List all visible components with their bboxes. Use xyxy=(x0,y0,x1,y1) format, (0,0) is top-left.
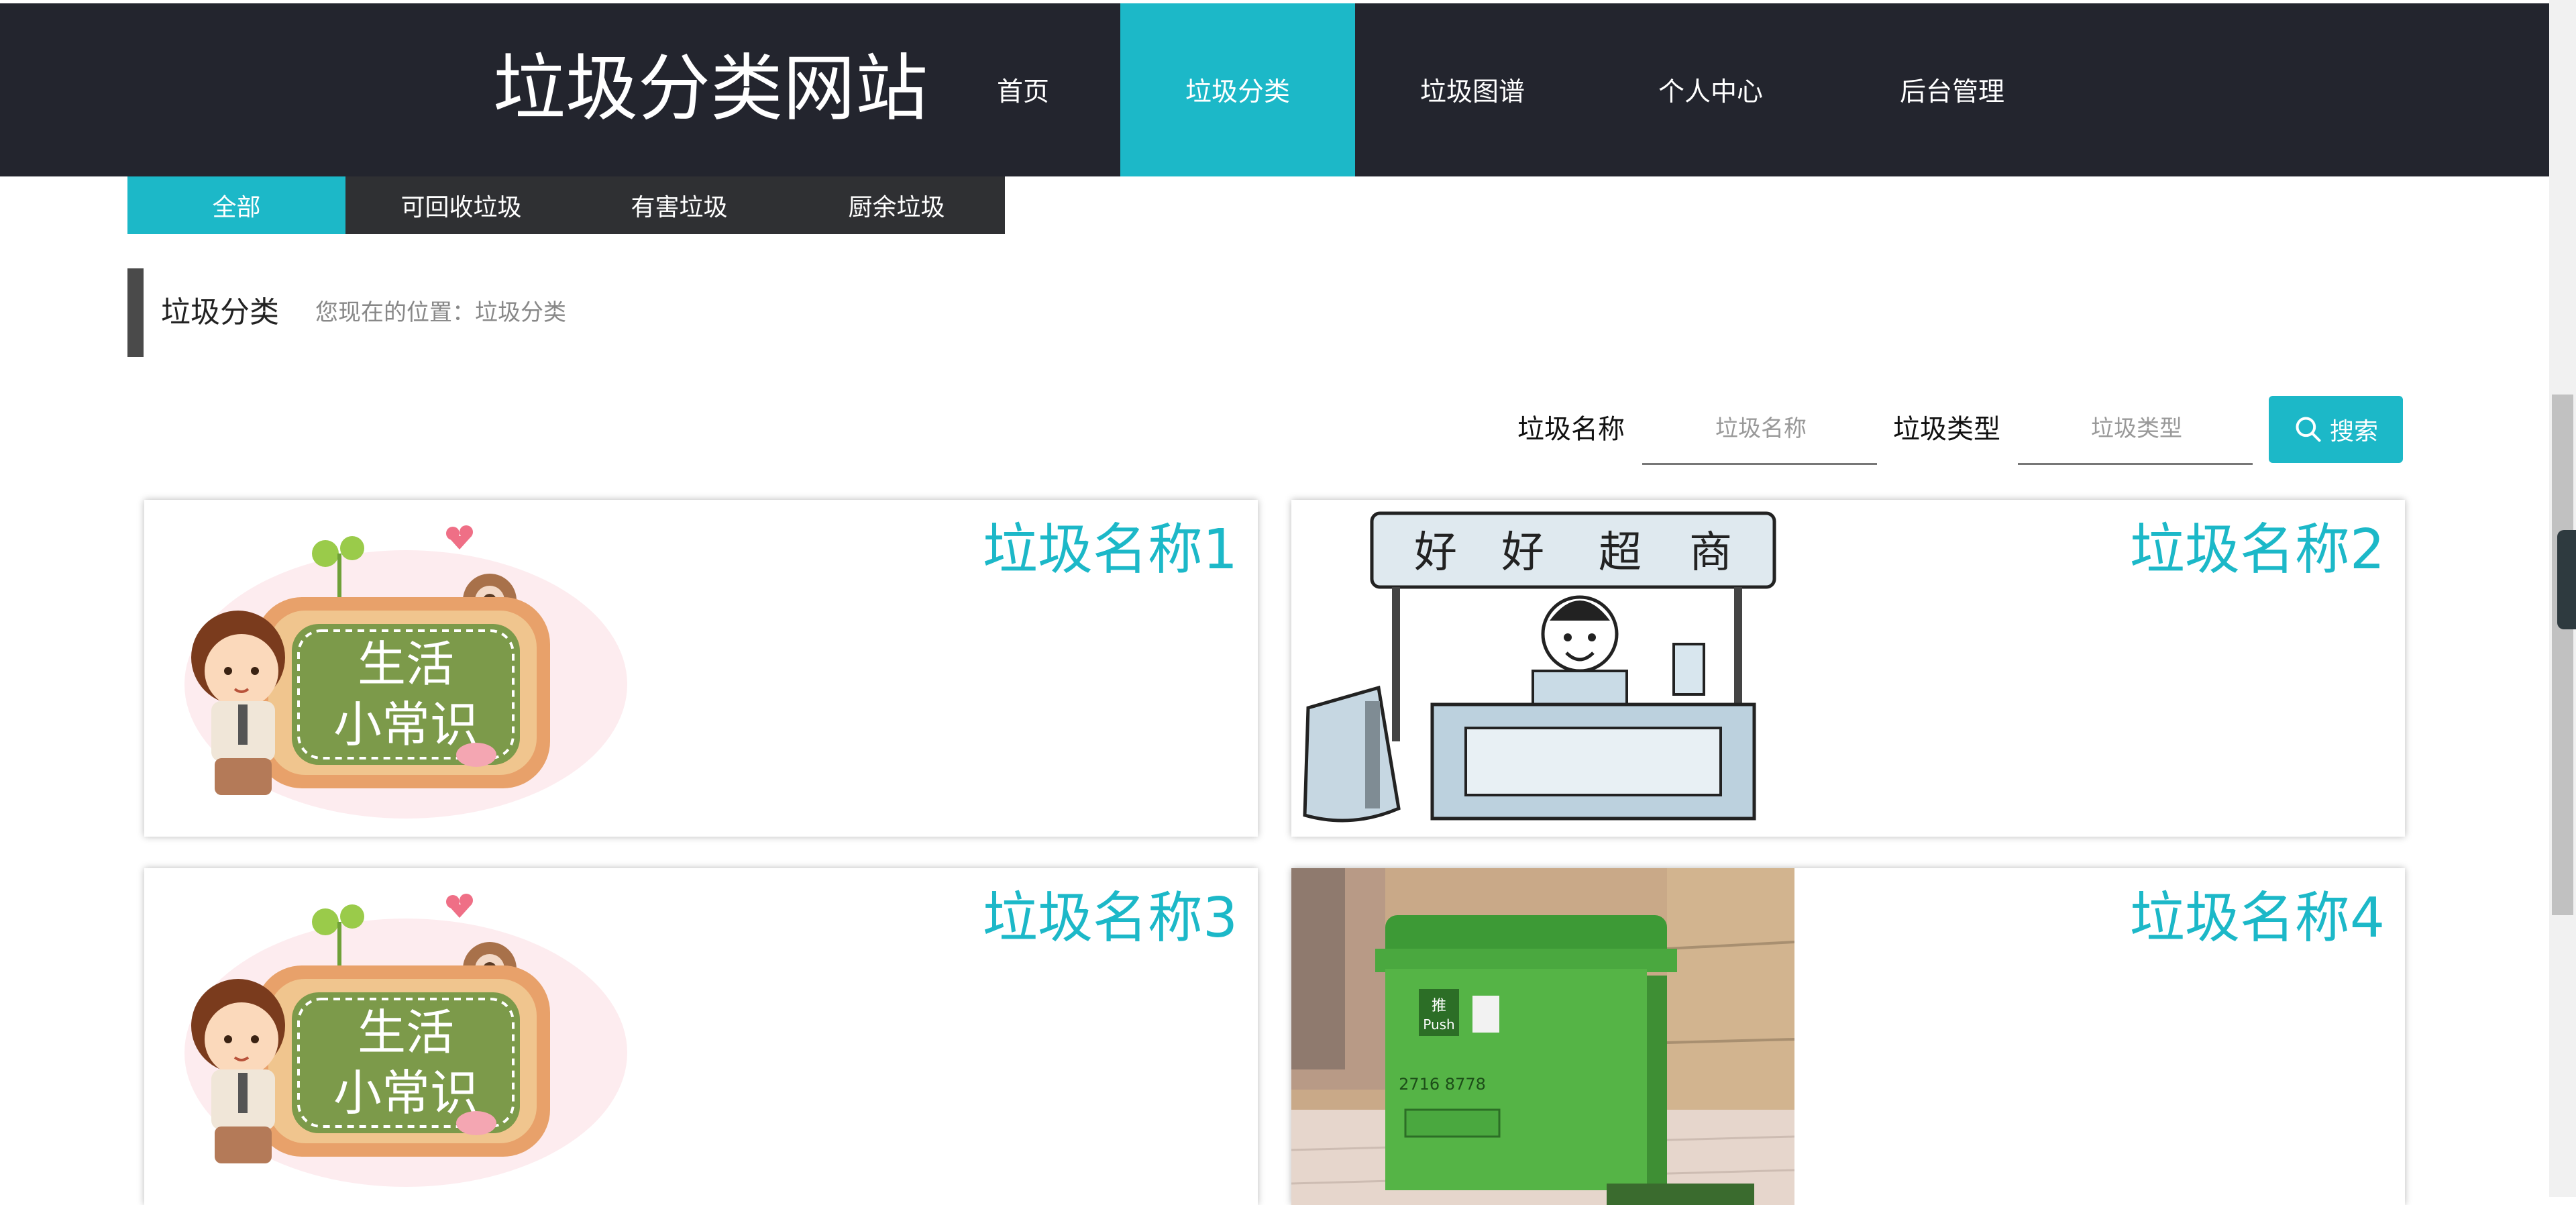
type-search-input[interactable] xyxy=(2018,396,2255,462)
card-image-text-line-1: 生活 xyxy=(358,1004,454,1061)
name-filter-field xyxy=(1642,396,1880,465)
nav-home[interactable]: 首页 xyxy=(956,3,1090,176)
sign-char-2: 好 xyxy=(1501,528,1544,578)
card-image-text-line-2: 小常识 xyxy=(333,1065,478,1121)
tab-all[interactable]: 全部 xyxy=(127,176,345,234)
sign-char-3: 超 xyxy=(1599,528,1642,578)
garbage-card-3[interactable]: 生活 小常识 垃圾名称3 xyxy=(144,868,1258,1205)
search-button-label: 搜索 xyxy=(2329,418,2378,446)
garbage-name[interactable]: 垃圾名称1 xyxy=(983,513,1238,587)
garbage-name[interactable]: 垃圾名称2 xyxy=(2130,513,2385,587)
card-image-supermarket: 好 好 超 商 xyxy=(1291,500,1794,837)
type-filter-label: 垃圾类型 xyxy=(1893,414,2000,445)
site-logo-title[interactable]: 垃圾分类网站 xyxy=(493,46,928,133)
tab-hazardous[interactable]: 有害垃圾 xyxy=(570,176,788,234)
bin-phone-number: 2716 8778 xyxy=(1399,1075,1486,1094)
title-accent-bar xyxy=(127,268,144,357)
name-filter-label: 垃圾名称 xyxy=(1517,414,1625,445)
page-title: 垃圾分类 xyxy=(161,295,279,329)
sign-char-1: 好 xyxy=(1414,528,1457,578)
type-filter-field xyxy=(2018,396,2255,465)
card-image-text-line-1: 生活 xyxy=(358,636,454,692)
scrollbar-thumb[interactable] xyxy=(2552,395,2573,915)
side-float-widget[interactable] xyxy=(2557,530,2576,629)
tab-recyclable[interactable]: 可回收垃圾 xyxy=(352,176,570,234)
garbage-card-1[interactable]: 生活 小常识 垃圾名称1 xyxy=(144,500,1258,837)
nav-garbage-atlas[interactable]: 垃圾图谱 xyxy=(1395,3,1550,176)
bin-sign-push: Push xyxy=(1423,1016,1454,1033)
garbage-card-4[interactable]: 推 Push 2716 8778 垃圾名称4 xyxy=(1291,868,2405,1205)
nav-admin[interactable]: 后台管理 xyxy=(1872,3,2033,176)
card-image-life-tips: 生活 小常识 xyxy=(144,500,647,837)
garbage-name[interactable]: 垃圾名称4 xyxy=(2130,882,2385,955)
sign-char-4: 商 xyxy=(1689,528,1732,578)
search-icon xyxy=(2296,417,2321,442)
tab-kitchen-waste[interactable]: 厨余垃圾 xyxy=(788,176,1005,234)
garbage-card-2[interactable]: 好 好 超 商 垃圾名称2 xyxy=(1291,500,2405,837)
card-image-recycling-bin: 推 Push 2716 8778 xyxy=(1291,868,1794,1205)
card-image-text-line-2: 小常识 xyxy=(333,696,478,753)
nav-garbage-classification[interactable]: 垃圾分类 xyxy=(1120,3,1355,176)
name-search-input[interactable] xyxy=(1642,396,1880,462)
breadcrumb: 您现在的位置：垃圾分类 xyxy=(315,299,566,326)
garbage-name[interactable]: 垃圾名称3 xyxy=(983,882,1238,955)
nav-personal-center[interactable]: 个人中心 xyxy=(1630,3,1791,176)
category-tabs: 全部 可回收垃圾 有害垃圾 厨余垃圾 xyxy=(127,176,1005,234)
bin-sign-char: 推 xyxy=(1432,998,1446,1014)
search-button[interactable]: 搜索 xyxy=(2269,396,2403,463)
card-image-life-tips: 生活 小常识 xyxy=(144,868,647,1205)
